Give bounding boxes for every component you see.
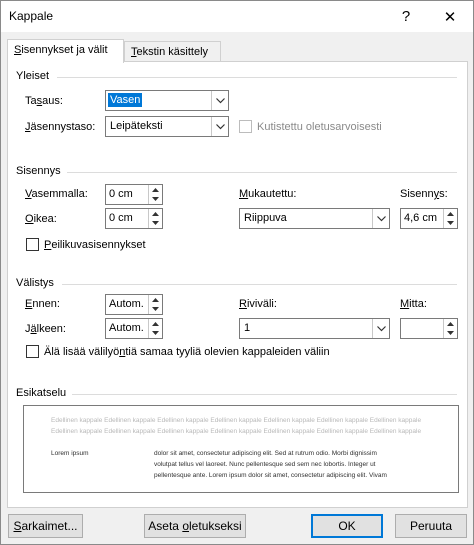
spacing-before-label: Ennen:: [25, 298, 60, 310]
tabs-button[interactable]: Sarkaimet...: [8, 514, 83, 538]
paragraph-dialog: Kappale ? ✕ Sisennykset ja välit Tekstin…: [0, 0, 474, 545]
spin-down-icon[interactable]: [444, 218, 457, 227]
indentation-group-title: Sisennys: [16, 165, 61, 177]
line-spacing-value: 1: [244, 322, 251, 334]
preview-previous-line: Edellinen kappale Edellinen kappale Edel…: [51, 428, 422, 435]
paragraph-preview: Edellinen kappale Edellinen kappale Edel…: [23, 405, 459, 493]
spacing-at-label: Mitta:: [400, 298, 427, 310]
special-indent-label: Mukautettu:: [239, 188, 297, 200]
indent-left-value: 0 cm: [109, 188, 133, 200]
special-indent-value: Riippuva: [244, 212, 287, 224]
title-bar: Kappale ? ✕: [1, 1, 473, 32]
tab-label: isennykset ja välit: [21, 44, 108, 56]
indent-right-label: Oikea:: [25, 213, 57, 225]
spin-up-icon[interactable]: [149, 209, 162, 218]
tab-label: ekstin käsittely: [136, 46, 209, 58]
indent-right-value: 0 cm: [109, 212, 133, 224]
spacing-before-value: Autom.: [109, 298, 144, 310]
indent-right-spinner[interactable]: 0 cm: [105, 208, 163, 229]
preview-body-line: volutpat tellus vel laoreet. Nunc pellen…: [154, 461, 376, 468]
preview-body-line: dolor sit amet, consectetur adipiscing e…: [154, 450, 377, 457]
spacing-after-value: Autom.: [109, 322, 144, 334]
spin-down-icon[interactable]: [149, 218, 162, 227]
collapsed-default-label: Kutistettu oletusarvoisesti: [257, 121, 382, 133]
outline-level-value: Leipäteksti: [110, 120, 163, 132]
preview-group-title: Esikatselu: [16, 387, 67, 399]
indent-left-spinner[interactable]: 0 cm: [105, 184, 163, 205]
ok-button[interactable]: OK: [311, 514, 383, 538]
tab-line-page-breaks[interactable]: Tekstin käsittely: [124, 41, 221, 63]
chevron-down-icon[interactable]: [372, 319, 389, 338]
spin-up-icon[interactable]: [149, 295, 162, 304]
help-button[interactable]: ?: [388, 1, 424, 32]
spin-down-icon[interactable]: [149, 304, 162, 313]
preview-divider: [72, 394, 457, 395]
set-as-default-button[interactable]: Aseta o letukseksi: [144, 514, 246, 538]
mirror-indents-checkbox[interactable]: [26, 238, 39, 251]
alignment-select[interactable]: Vasen: [105, 90, 229, 111]
spacing-after-spinner[interactable]: Autom.: [105, 318, 163, 339]
spin-down-icon[interactable]: [149, 328, 162, 337]
outline-level-select[interactable]: Leipäteksti: [105, 116, 229, 137]
spin-up-icon[interactable]: [444, 209, 457, 218]
spin-down-icon[interactable]: [444, 328, 457, 337]
indent-by-spinner[interactable]: 4,6 cm: [400, 208, 458, 229]
close-button[interactable]: ✕: [432, 1, 468, 32]
chevron-down-icon[interactable]: [211, 91, 228, 110]
spin-up-icon[interactable]: [149, 319, 162, 328]
indentation-divider: [67, 172, 457, 173]
outline-level-label: Jäsennystaso:: [25, 121, 96, 133]
chevron-down-icon[interactable]: [372, 209, 389, 228]
alignment-label: Tasaus:: [25, 95, 63, 107]
spin-up-icon[interactable]: [149, 185, 162, 194]
spin-down-icon[interactable]: [149, 194, 162, 203]
cancel-button[interactable]: Peruuta: [395, 514, 467, 538]
preview-previous-line: Edellinen kappale Edellinen kappale Edel…: [51, 417, 422, 424]
chevron-down-icon[interactable]: [211, 117, 228, 136]
indent-by-label: Sisennys:: [400, 188, 448, 200]
alignment-value: Vasen: [108, 93, 143, 107]
window-title: Kappale: [9, 9, 54, 23]
collapsed-default-checkbox[interactable]: [239, 120, 252, 133]
spacing-divider: [62, 284, 457, 285]
line-spacing-label: Riviväli:: [239, 298, 277, 310]
dont-add-space-checkbox[interactable]: [26, 345, 39, 358]
preview-body-line: pellentesque ante. Lorem ipsum dolor sit…: [154, 472, 387, 479]
spin-up-icon[interactable]: [444, 319, 457, 328]
indent-by-value: 4,6 cm: [404, 212, 438, 224]
line-spacing-select[interactable]: 1: [239, 318, 390, 339]
general-group-title: Yleiset: [16, 70, 50, 82]
preview-lorem-label: Lorem ipsum: [51, 450, 89, 457]
mirror-indents-label: Peilikuvasisennykset: [44, 239, 146, 251]
general-divider: [57, 77, 457, 78]
dont-add-space-label: Älä lisää välilyöntiä samaa tyyliä olevi…: [44, 346, 330, 358]
indent-left-label: Vasemmalla:: [25, 188, 88, 200]
special-indent-select[interactable]: Riippuva: [239, 208, 390, 229]
spacing-group-title: Välistys: [16, 277, 54, 289]
tab-indents-spacing[interactable]: Sisennykset ja välit: [7, 39, 124, 63]
spacing-before-spinner[interactable]: Autom.: [105, 294, 163, 315]
close-icon: ✕: [443, 8, 457, 26]
spacing-at-spinner[interactable]: [400, 318, 458, 339]
spacing-after-label: Jälkeen:: [25, 323, 66, 335]
help-icon: ?: [401, 8, 411, 25]
